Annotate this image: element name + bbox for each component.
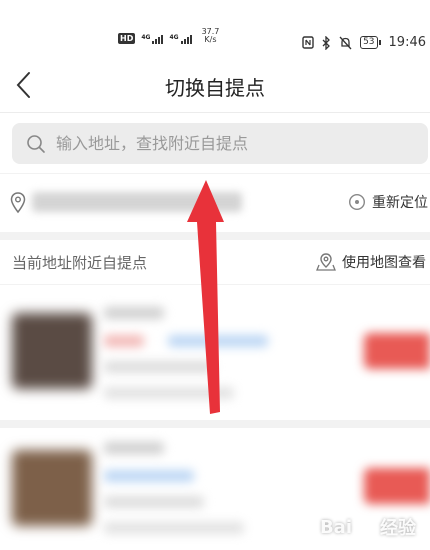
section-title: 当前地址附近自提点 [12,254,148,272]
status-right-icons: 53 19:46 [302,35,426,50]
hd-badge: HD [118,33,136,44]
store-thumbnail [12,450,92,526]
location-pin-icon [10,192,26,214]
signal-icon: 4G [141,34,164,44]
map-view-button[interactable]: 使用地图查看 [316,252,426,272]
mute-bell-icon [339,36,352,49]
current-address-blurred [32,192,242,212]
status-bar: HD 4G 4G 37.7 K/s 53 19:46 [0,0,430,58]
watermark: Bai 经验 [320,514,416,540]
speed-unit: K/s [204,35,217,44]
map-pin-icon [316,253,336,271]
battery-icon: 53 [360,36,381,49]
sim2-label: 4G [169,34,179,41]
store-thumbnail [12,313,92,389]
nearby-section-header: 当前地址附近自提点 使用地图查看 [0,240,430,284]
baidu-paw-icon [358,518,374,535]
store-detail-blurred [104,522,244,534]
clock: 19:46 [388,35,426,50]
locate-target-icon [348,193,366,211]
nav-bar: 切换自提点 [0,58,430,113]
current-location-row: 重新定位 [0,174,430,232]
watermark-brand2: 经验 [380,518,416,539]
store-name-blurred [104,442,164,454]
search-box[interactable] [12,123,428,164]
store-detail-blurred [104,361,214,373]
watermark-brand: Bai [319,516,352,538]
map-view-label: 使用地图查看 [342,255,426,271]
search-section [0,113,430,173]
network-speed: 37.7 K/s [202,28,220,44]
search-icon [27,134,45,153]
bluetooth-icon [322,35,330,50]
search-input[interactable] [56,134,386,153]
store-tag-blurred [168,335,268,347]
store-name-blurred [104,307,164,319]
relocate-label: 重新定位 [372,195,428,211]
sim1-label: 4G [141,34,151,41]
store-detail-blurred [104,387,234,399]
store-tag-blurred [104,470,194,482]
battery-level: 53 [360,36,378,49]
relocate-button[interactable]: 重新定位 [348,192,428,212]
status-left-icons: HD 4G 4G 37.7 K/s [118,28,219,44]
page-title: 切换自提点 [165,76,265,100]
store-detail-blurred [104,496,204,508]
select-pickup-button[interactable] [364,333,430,369]
nfc-icon [302,36,314,49]
select-pickup-button[interactable] [364,468,430,504]
signal-icon-2: 4G [169,34,192,44]
store-tag-blurred [104,335,144,347]
pickup-point-card[interactable] [0,285,430,420]
